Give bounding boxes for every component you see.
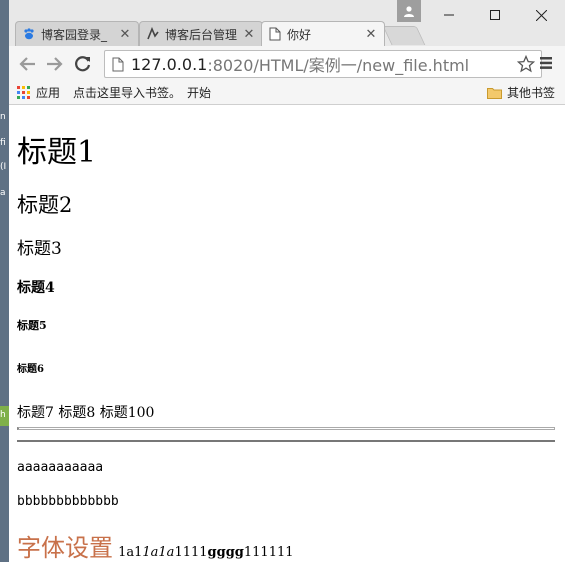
page-content: 标题1 标题2 标题3 标题4 标题5 标题6 标题7 标题8 标题100 aa…: [9, 105, 565, 562]
maximize-button[interactable]: [472, 0, 518, 30]
heading-1: 标题1: [17, 135, 97, 170]
desktop-background: [0, 0, 9, 562]
heading-6: 标题6: [17, 364, 44, 375]
menu-icon[interactable]: [539, 56, 555, 72]
browser-window: 博客园登录_ ✕ 博客后台管理 ✕ 你好 ✕ 127.0.0.1:8020/H…: [9, 0, 565, 562]
heading-2: 标题2: [17, 193, 73, 217]
import-bookmarks-link[interactable]: 点击这里导入书签。: [73, 84, 181, 101]
desktop-text: fi: [0, 138, 6, 148]
reload-button[interactable]: [71, 52, 95, 76]
heading-4: 标题4: [17, 280, 55, 296]
font-part: 111111: [243, 545, 294, 560]
new-tab-button[interactable]: [382, 26, 426, 45]
page-icon: [268, 27, 282, 41]
horizontal-rule: [17, 440, 555, 442]
tab-label: 博客园登录_: [41, 27, 108, 42]
close-icon[interactable]: ✕: [118, 27, 132, 42]
font-part-bold: gggg: [207, 545, 244, 560]
text-line-a: aaaaaaaaaaa: [17, 460, 104, 475]
toolbar: 127.0.0.1:8020/HTML/案例一/new_file.html: [9, 46, 565, 80]
desktop-text: (I: [0, 162, 7, 172]
bookmarks-bar: 应用 点击这里导入书签。 开始 其他书签: [9, 80, 565, 105]
logo-icon: [146, 27, 160, 41]
folder-icon: [487, 87, 502, 99]
tab-cnblogs-login[interactable]: 博客园登录_ ✕: [15, 21, 139, 46]
font-title: 字体设置: [17, 534, 113, 562]
start-bookmark[interactable]: 开始: [187, 84, 211, 101]
bookmark-star-icon[interactable]: [516, 54, 536, 77]
tab-nihao[interactable]: 你好 ✕: [261, 21, 385, 46]
desktop-text: a: [0, 188, 6, 198]
close-icon[interactable]: ✕: [364, 27, 378, 42]
tab-label: 博客后台管理: [165, 27, 238, 42]
url-host: 127.0.0.1: [131, 54, 208, 74]
desktop-text: n: [0, 112, 6, 122]
forward-button[interactable]: [43, 52, 67, 76]
import-bookmarks-label: 点击这里导入书签。: [73, 86, 182, 100]
desktop-icon[interactable]: h: [0, 406, 9, 426]
minimize-button[interactable]: [426, 0, 472, 30]
font-part: 1a1: [118, 545, 143, 560]
font-settings-line: 字体设置 1a11a1a1111gggg111111: [17, 528, 294, 562]
url-path: :8020/HTML/案例一/new_file.html: [207, 56, 470, 75]
other-bookmarks[interactable]: 其他书签: [487, 84, 555, 101]
tab-blog-admin[interactable]: 博客后台管理 ✕: [139, 21, 263, 46]
back-button[interactable]: [15, 52, 39, 76]
font-sample: 1a11a1a1111gggg111111: [118, 545, 293, 560]
inline-headings: 标题7 标题8 标题100: [17, 405, 155, 421]
apps-label: 应用: [36, 86, 61, 100]
text-line-b: bbbbbbbbbbbbb: [17, 494, 119, 509]
close-icon[interactable]: ✕: [242, 27, 256, 42]
paw-icon: [22, 27, 36, 41]
apps-grid-icon: [17, 86, 30, 99]
horizontal-rule: [17, 427, 555, 430]
font-part-italic: 1a1a: [142, 545, 175, 560]
desktop-text: h: [0, 410, 6, 420]
other-bookmarks-label: 其他书签: [507, 86, 556, 100]
heading-3: 标题3: [17, 239, 62, 259]
font-part: 1111: [174, 545, 208, 560]
heading-5: 标题5: [17, 319, 47, 332]
page-icon: [105, 57, 131, 72]
tab-strip: 博客园登录_ ✕ 博客后台管理 ✕ 你好 ✕: [9, 0, 565, 46]
tab-label: 你好: [287, 27, 312, 42]
user-icon[interactable]: [397, 0, 421, 22]
apps-bookmark[interactable]: 应用: [17, 84, 60, 101]
address-bar[interactable]: 127.0.0.1:8020/HTML/案例一/new_file.html: [104, 50, 542, 78]
close-window-button[interactable]: [518, 0, 564, 30]
start-label: 开始: [187, 86, 212, 100]
